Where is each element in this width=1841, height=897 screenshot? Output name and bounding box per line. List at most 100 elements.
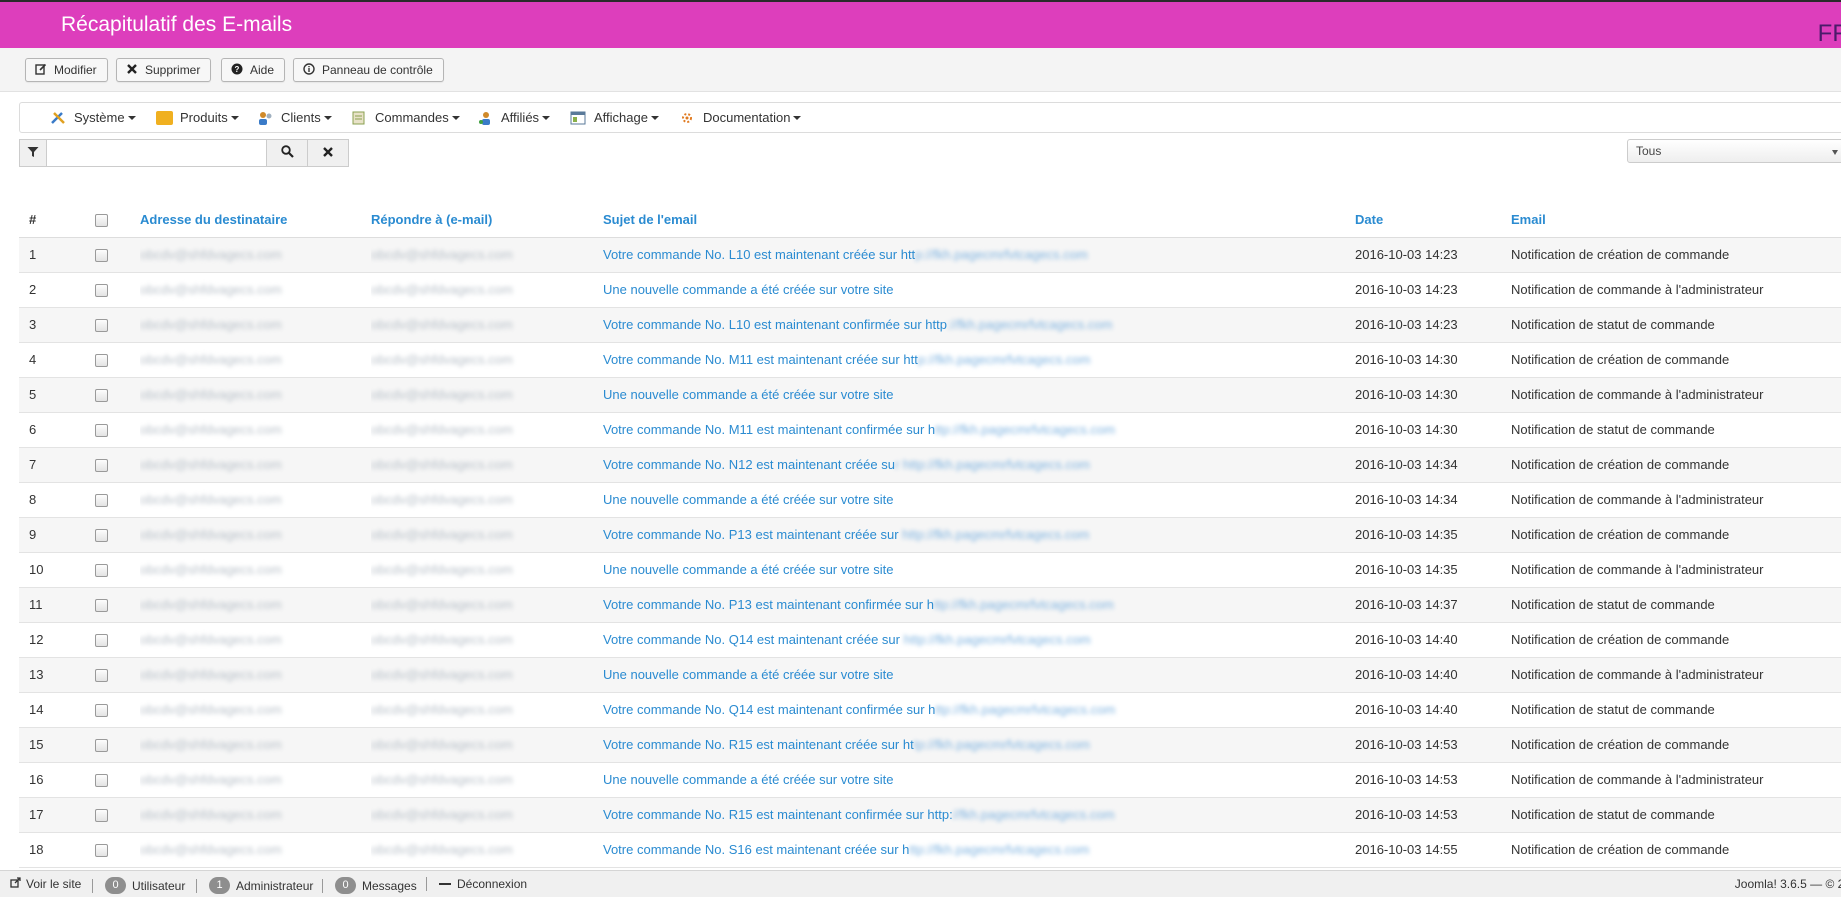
reply-to-cell: obcdv@shfdvagecs.com bbox=[371, 517, 603, 553]
recipient-address: obcdv@shfdvagecs.com bbox=[140, 492, 282, 507]
search-input[interactable] bbox=[47, 140, 266, 166]
reply-to-cell: obcdv@shfdvagecs.com bbox=[371, 587, 603, 623]
subject-link[interactable]: Votre commande No. Q14 est maintenant cr… bbox=[603, 632, 1091, 647]
row-select-cell bbox=[63, 377, 140, 413]
users-status[interactable]: 0 Utilisateur bbox=[92, 877, 185, 894]
menu-products[interactable]: Produits bbox=[156, 103, 239, 132]
subject-link[interactable]: Une nouvelle commande a été créée sur vo… bbox=[603, 772, 894, 787]
subject-link[interactable]: Votre commande No. L10 est maintenant co… bbox=[603, 317, 1112, 332]
menu-display[interactable]: Affichage bbox=[570, 103, 659, 132]
subject-link[interactable]: Une nouvelle commande a été créée sur vo… bbox=[603, 667, 894, 682]
subject-text: Votre commande No. S16 est maintenant cr… bbox=[603, 842, 910, 857]
subject-link[interactable]: Votre commande No. Q14 est maintenant co… bbox=[603, 702, 1115, 717]
subject-cell: Votre commande No. R15 est maintenant co… bbox=[603, 797, 1355, 833]
control-panel-button[interactable]: Panneau de contrôle bbox=[293, 58, 444, 82]
view-site-link[interactable]: Voir le site bbox=[10, 877, 81, 891]
email-type-cell: Notification de commande à l'administrat… bbox=[1511, 552, 1841, 588]
messages-status[interactable]: 0 Messages bbox=[322, 877, 417, 894]
table-row: 3 obcdv@shfdvagecs.com obcdv@shfdvagecs.co… bbox=[19, 307, 1841, 343]
subject-link[interactable]: Votre commande No. L10 est maintenant cr… bbox=[603, 247, 1088, 262]
row-checkbox[interactable] bbox=[95, 319, 108, 333]
header-email[interactable]: Email bbox=[1511, 202, 1841, 238]
documentation-icon bbox=[679, 111, 696, 125]
subject-link[interactable]: Votre commande No. M11 est maintenant cr… bbox=[603, 352, 1091, 367]
subject-text: Votre commande No. R15 est maintenant co… bbox=[603, 807, 953, 822]
reply-to-cell: obcdv@shfdvagecs.com bbox=[371, 412, 603, 448]
control-panel-button-label: Panneau de contrôle bbox=[322, 63, 433, 77]
help-button[interactable]: ? Aide bbox=[221, 58, 286, 82]
row-checkbox[interactable] bbox=[95, 284, 108, 298]
recipient-cell: obcdv@shfdvagecs.com bbox=[140, 692, 371, 728]
table-row: 8 obcdv@shfdvagecs.com obcdv@shfdvagecs.co… bbox=[19, 482, 1841, 518]
row-checkbox[interactable] bbox=[95, 634, 108, 648]
date-cell: 2016-10-03 14:23 bbox=[1355, 307, 1511, 343]
admins-status[interactable]: 1 Administrateur bbox=[196, 877, 313, 894]
recipient-address: obcdv@shfdvagecs.com bbox=[140, 247, 282, 262]
reply-to-cell: obcdv@shfdvagecs.com bbox=[371, 762, 603, 798]
table-row: 2 obcdv@shfdvagecs.com obcdv@shfdvagecs.co… bbox=[19, 272, 1841, 308]
email-type-cell: Notification de statut de commande bbox=[1511, 307, 1841, 343]
header-reply-to[interactable]: Répondre à (e-mail) bbox=[371, 202, 603, 238]
header-subject[interactable]: Sujet de l'email bbox=[603, 202, 1355, 238]
logout-link[interactable]: Déconnexion bbox=[426, 877, 527, 891]
reply-to-cell: obcdv@shfdvagecs.com bbox=[371, 797, 603, 833]
delete-button[interactable]: Supprimer bbox=[116, 58, 212, 82]
email-type-cell: Notification de statut de commande bbox=[1511, 692, 1841, 728]
chevron-down-icon bbox=[230, 115, 239, 120]
edit-button[interactable]: Modifier bbox=[25, 58, 108, 82]
header-recipient[interactable]: Adresse du destinataire bbox=[140, 202, 371, 238]
row-checkbox[interactable] bbox=[95, 844, 108, 858]
row-checkbox[interactable] bbox=[95, 354, 108, 368]
row-checkbox[interactable] bbox=[95, 529, 108, 543]
subject-text: Une nouvelle commande a été créée sur vo… bbox=[603, 772, 894, 787]
subject-link[interactable]: Une nouvelle commande a été créée sur vo… bbox=[603, 492, 894, 507]
menu-affiliates[interactable]: Affiliés bbox=[477, 103, 551, 132]
row-num: 13 bbox=[19, 657, 63, 693]
row-num: 2 bbox=[19, 272, 63, 308]
subject-link[interactable]: Votre commande No. P13 est maintenant co… bbox=[603, 597, 1114, 612]
email-type-select[interactable]: Tous bbox=[1627, 139, 1841, 163]
row-checkbox[interactable] bbox=[95, 249, 108, 263]
subject-link[interactable]: Votre commande No. N12 est maintenant cr… bbox=[603, 457, 1090, 472]
row-checkbox[interactable] bbox=[95, 424, 108, 438]
search-button[interactable] bbox=[266, 139, 308, 167]
menu-products-label: Produits bbox=[180, 110, 228, 125]
row-checkbox[interactable] bbox=[95, 774, 108, 788]
row-checkbox[interactable] bbox=[95, 739, 108, 753]
recipient-cell: obcdv@shfdvagecs.com bbox=[140, 342, 371, 378]
recipient-address: obcdv@shfdvagecs.com bbox=[140, 667, 282, 682]
subject-text: Votre commande No. Q14 est maintenant cr… bbox=[603, 632, 900, 647]
menu-clients[interactable]: Clients bbox=[257, 103, 332, 132]
menu-documentation[interactable]: Documentation bbox=[679, 103, 802, 132]
subject-link[interactable]: Votre commande No. P13 est maintenant cr… bbox=[603, 527, 1089, 542]
row-checkbox[interactable] bbox=[95, 599, 108, 613]
row-checkbox[interactable] bbox=[95, 459, 108, 473]
row-select-cell bbox=[63, 587, 140, 623]
subject-link[interactable]: Votre commande No. R15 est maintenant cr… bbox=[603, 737, 1090, 752]
row-checkbox[interactable] bbox=[95, 494, 108, 508]
table-row: 12 obcdv@shfdvagecs.com obcdv@shfdvagecs.c… bbox=[19, 622, 1841, 658]
header-date[interactable]: Date bbox=[1355, 202, 1511, 238]
row-checkbox[interactable] bbox=[95, 564, 108, 578]
svg-text:?: ? bbox=[235, 65, 240, 74]
recipient-cell: obcdv@shfdvagecs.com bbox=[140, 412, 371, 448]
row-checkbox[interactable] bbox=[95, 389, 108, 403]
menu-system[interactable]: Système bbox=[50, 103, 136, 132]
row-checkbox[interactable] bbox=[95, 809, 108, 823]
date-cell: 2016-10-03 14:34 bbox=[1355, 447, 1511, 483]
reply-to-address: obcdv@shfdvagecs.com bbox=[371, 597, 513, 612]
row-num: 5 bbox=[19, 377, 63, 413]
subject-link[interactable]: Une nouvelle commande a été créée sur vo… bbox=[603, 387, 894, 402]
subject-link[interactable]: Une nouvelle commande a été créée sur vo… bbox=[603, 562, 894, 577]
row-checkbox[interactable] bbox=[95, 704, 108, 718]
menu-orders[interactable]: Commandes bbox=[351, 103, 460, 132]
subject-link[interactable]: Une nouvelle commande a été créée sur vo… bbox=[603, 282, 894, 297]
subject-link[interactable]: Votre commande No. R15 est maintenant co… bbox=[603, 807, 1115, 822]
clear-search-button[interactable] bbox=[307, 139, 349, 167]
subject-link[interactable]: Votre commande No. S16 est maintenant cr… bbox=[603, 842, 1089, 857]
row-select-cell bbox=[63, 412, 140, 448]
filter-options-button[interactable] bbox=[19, 139, 47, 167]
row-checkbox[interactable] bbox=[95, 669, 108, 683]
select-all-checkbox[interactable] bbox=[95, 213, 108, 227]
subject-link[interactable]: Votre commande No. M11 est maintenant co… bbox=[603, 422, 1115, 437]
